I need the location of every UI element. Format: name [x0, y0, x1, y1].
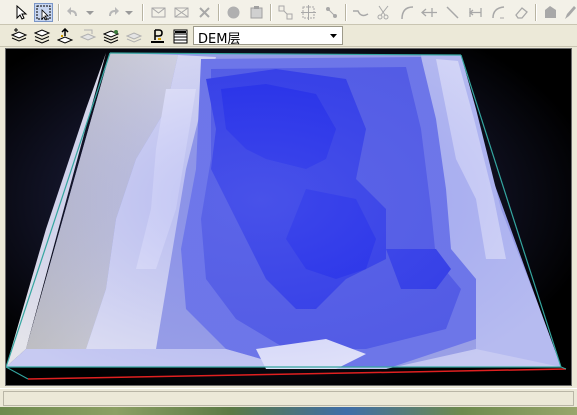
select-box-icon[interactable] — [34, 3, 53, 22]
3d-terrain-viewport[interactable] — [5, 48, 572, 386]
scissors-icon[interactable] — [374, 3, 393, 22]
layer-toolbar: DEM层 — [0, 25, 577, 47]
layer-p-icon[interactable] — [148, 27, 167, 46]
line-curve-icon[interactable] — [351, 3, 370, 22]
taskbar-background — [0, 407, 577, 415]
undo-icon[interactable] — [64, 3, 83, 22]
envelope-x-icon[interactable] — [172, 3, 191, 22]
select-arrow-icon[interactable] — [12, 3, 31, 22]
diagonal-line-icon[interactable] — [443, 3, 462, 22]
properties-icon[interactable] — [247, 3, 266, 22]
arc-tool-icon[interactable] — [489, 3, 508, 22]
delete-x-icon[interactable] — [195, 3, 214, 22]
layer-up-icon[interactable] — [56, 27, 75, 46]
layer-grid-icon[interactable] — [79, 27, 98, 46]
chevron-down-icon — [330, 34, 337, 38]
circle-icon[interactable] — [224, 3, 243, 22]
layer-add-icon[interactable] — [10, 27, 29, 46]
layer-merge-icon[interactable] — [102, 27, 121, 46]
redo-icon[interactable] — [103, 3, 122, 22]
extend-line-icon[interactable] — [420, 3, 439, 22]
arc-icon[interactable] — [397, 3, 416, 22]
redo-dropdown-icon[interactable] — [123, 3, 135, 22]
layer-selector-value: DEM层 — [198, 32, 241, 47]
status-panel — [3, 391, 574, 406]
node-icon[interactable] — [276, 3, 295, 22]
layer-stack-icon[interactable] — [33, 27, 52, 46]
envelope-icon[interactable] — [149, 3, 168, 22]
layer-table-icon[interactable] — [171, 27, 190, 46]
eraser-icon[interactable] — [512, 3, 531, 22]
vertex-edit-icon[interactable] — [299, 3, 318, 22]
layer-selector[interactable]: DEM层 — [193, 26, 343, 47]
shape-icon[interactable] — [541, 3, 560, 22]
pencil-icon[interactable] — [563, 3, 577, 22]
status-bar — [0, 388, 577, 407]
undo-dropdown-icon[interactable] — [84, 3, 96, 22]
trim-line-icon[interactable] — [466, 3, 485, 22]
dem-terrain-render — [6, 49, 571, 385]
main-toolbar — [0, 0, 577, 25]
split-icon[interactable] — [322, 3, 341, 22]
layer-copy-icon[interactable] — [125, 27, 144, 46]
